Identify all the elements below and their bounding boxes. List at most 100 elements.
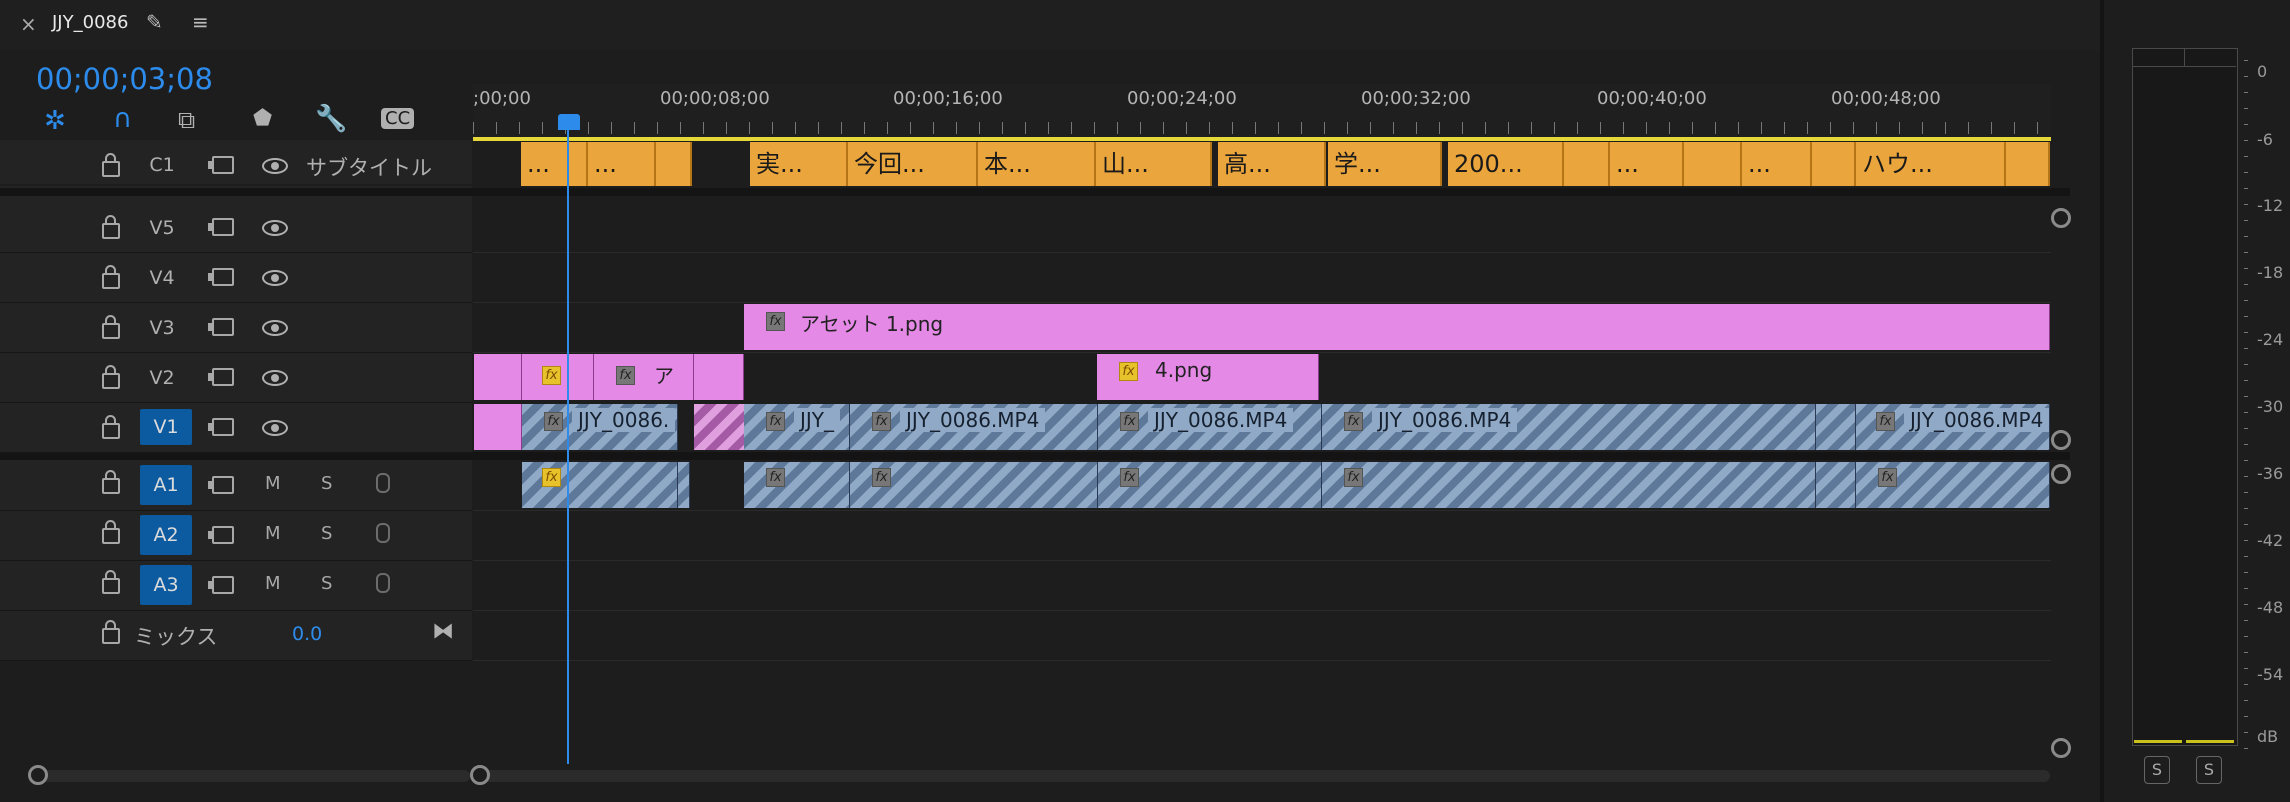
audio-scroll-knob[interactable] xyxy=(2051,464,2071,484)
lock-icon[interactable] xyxy=(102,415,120,439)
lock-icon[interactable] xyxy=(102,365,120,389)
caption-clip[interactable]: ... xyxy=(521,142,588,186)
caption-clip[interactable]: ... xyxy=(1610,142,1684,186)
magnet-snap-icon[interactable]: ∩ xyxy=(113,104,132,134)
v1-video-clip[interactable]: fx JJY_0086.MP4 xyxy=(1322,404,1816,450)
caption-clip[interactable] xyxy=(2006,142,2050,186)
audio-scroll-knob[interactable] xyxy=(2051,738,2071,758)
eye-icon[interactable] xyxy=(262,158,288,174)
sync-lock-icon[interactable] xyxy=(208,418,234,436)
a1-audio-clip[interactable] xyxy=(1816,462,1856,508)
solo-button[interactable]: S xyxy=(321,573,332,594)
meter-solo-left-button[interactable]: S xyxy=(2144,756,2170,784)
lock-icon[interactable] xyxy=(102,153,120,177)
eye-icon[interactable] xyxy=(262,420,288,436)
sync-lock-icon[interactable] xyxy=(208,526,234,544)
v3-graphic-clip[interactable]: fx アセット 1.png xyxy=(744,304,2050,350)
sequence-tab-title[interactable]: JJY_0086 xyxy=(52,12,128,33)
sync-lock-icon[interactable] xyxy=(208,576,234,594)
linked-selection-icon[interactable]: ⧉ xyxy=(178,106,195,134)
eye-icon[interactable] xyxy=(262,370,288,386)
zoom-scroll-knob[interactable] xyxy=(470,765,490,785)
playhead-handle[interactable] xyxy=(558,114,580,130)
video-scroll-knob[interactable] xyxy=(2051,208,2071,228)
v2-graphic-clip[interactable]: fx ア xyxy=(594,354,694,400)
eye-icon[interactable] xyxy=(262,220,288,236)
eye-icon[interactable] xyxy=(262,270,288,286)
video-scroll-knob[interactable] xyxy=(2051,430,2071,450)
snap-nest-icon[interactable]: ✲ xyxy=(44,106,66,136)
a1-audio-clip[interactable]: fx xyxy=(744,462,850,508)
scroll-knob[interactable] xyxy=(28,765,48,785)
lock-icon[interactable] xyxy=(102,470,120,494)
track-v1-label[interactable]: V1 xyxy=(140,409,192,445)
close-icon[interactable]: × xyxy=(20,12,37,36)
track-a3-label[interactable]: A3 xyxy=(140,565,192,605)
meter-solo-right-button[interactable]: S xyxy=(2196,756,2222,784)
v1-graphic-clip[interactable] xyxy=(474,404,522,450)
mix-collapse-icon[interactable]: ⧓ xyxy=(432,619,454,644)
playhead-line[interactable] xyxy=(567,128,569,764)
track-a2-label[interactable]: A2 xyxy=(140,515,192,555)
track-a1-label[interactable]: A1 xyxy=(140,465,192,505)
caption-clip[interactable]: ... xyxy=(588,142,656,186)
caption-clip[interactable]: 今回... xyxy=(848,142,978,186)
mute-button[interactable]: M xyxy=(265,523,281,544)
sync-lock-icon[interactable] xyxy=(208,218,234,236)
track-v4-label[interactable]: V4 xyxy=(142,267,182,289)
hamburger-menu-icon[interactable]: ≡ xyxy=(192,10,209,34)
a1-audio-clip[interactable] xyxy=(678,462,690,508)
solo-button[interactable]: S xyxy=(321,523,332,544)
header-horizontal-scrollbar[interactable] xyxy=(30,770,470,782)
a1-audio-clip[interactable]: fx xyxy=(1098,462,1322,508)
mute-button[interactable]: M xyxy=(265,573,281,594)
sync-lock-icon[interactable] xyxy=(208,368,234,386)
v1-video-clip[interactable]: fx JJY_0086.MP4 xyxy=(850,404,1098,450)
track-c1-label[interactable]: C1 xyxy=(142,154,182,176)
mute-button[interactable]: M xyxy=(265,473,281,494)
lock-icon[interactable] xyxy=(102,570,120,594)
caption-clip[interactable] xyxy=(1812,142,1856,186)
sync-lock-icon[interactable] xyxy=(208,268,234,286)
pencil-icon[interactable]: ✎ xyxy=(146,10,163,34)
eye-icon[interactable] xyxy=(262,320,288,336)
v2-graphic-clip[interactable]: fx 4.png xyxy=(1097,354,1319,400)
wrench-settings-icon[interactable]: 🔧 xyxy=(315,104,347,134)
caption-clip[interactable]: ... xyxy=(1742,142,1812,186)
v1-video-clip[interactable]: fx JJY_ xyxy=(744,404,850,450)
caption-clip[interactable] xyxy=(656,142,692,186)
v2-graphic-clip[interactable] xyxy=(694,354,744,400)
track-v3-label[interactable]: V3 xyxy=(142,317,182,339)
caption-clip[interactable]: 山... xyxy=(1096,142,1212,186)
caption-clip[interactable] xyxy=(1684,142,1742,186)
v2-graphic-clip[interactable]: fx xyxy=(522,354,594,400)
lock-icon[interactable] xyxy=(102,265,120,289)
v1-video-clip[interactable] xyxy=(1816,404,1856,450)
caption-clip[interactable]: 学... xyxy=(1328,142,1442,186)
lock-icon[interactable] xyxy=(102,315,120,339)
lock-icon[interactable] xyxy=(102,520,120,544)
lock-icon[interactable] xyxy=(102,620,120,644)
caption-clip[interactable]: 本... xyxy=(978,142,1096,186)
a1-audio-clip[interactable]: fx xyxy=(1856,462,2050,508)
timeline-horizontal-scrollbar[interactable] xyxy=(480,770,2050,782)
caption-clip[interactable]: 実... xyxy=(750,142,848,186)
caption-clip[interactable] xyxy=(1564,142,1610,186)
track-v2-label[interactable]: V2 xyxy=(142,367,182,389)
v2-graphic-clip[interactable] xyxy=(474,354,522,400)
v1-video-clip[interactable]: fx JJY_0086.MP4 xyxy=(1098,404,1322,450)
microphone-icon[interactable] xyxy=(376,573,390,593)
sync-lock-icon[interactable] xyxy=(208,476,234,494)
a1-audio-clip[interactable]: fx xyxy=(522,462,678,508)
a1-audio-clip[interactable]: fx xyxy=(1322,462,1816,508)
solo-button[interactable]: S xyxy=(321,473,332,494)
work-area-bar[interactable] xyxy=(473,137,2051,141)
sync-lock-icon[interactable] xyxy=(208,318,234,336)
lock-icon[interactable] xyxy=(102,215,120,239)
microphone-icon[interactable] xyxy=(376,473,390,493)
captions-cc-icon[interactable]: CC xyxy=(381,108,415,129)
microphone-icon[interactable] xyxy=(376,523,390,543)
add-marker-icon[interactable]: ⬟ xyxy=(253,106,272,131)
track-v5-label[interactable]: V5 xyxy=(142,217,182,239)
v1-video-clip[interactable]: fx JJY_0086.MP4 xyxy=(1856,404,2050,450)
